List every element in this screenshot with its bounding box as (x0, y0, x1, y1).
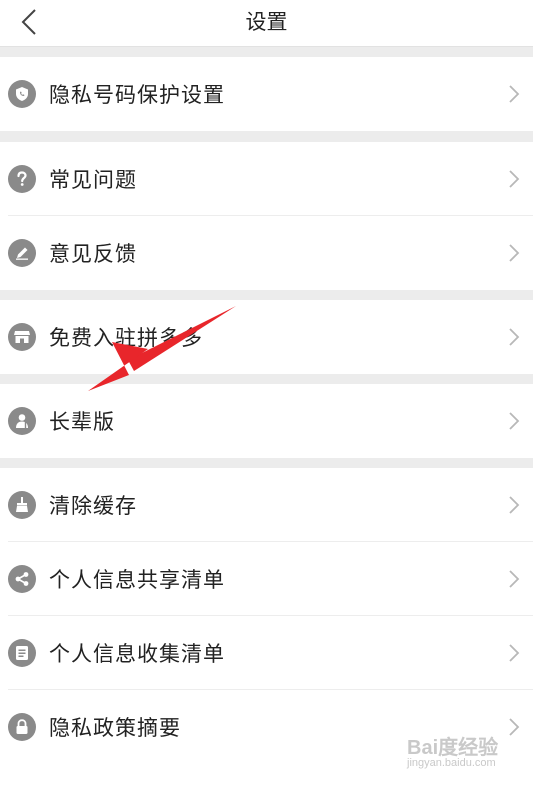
settings-item-join-pinduoduo[interactable]: 免费入驻拼多多 (0, 300, 533, 374)
chevron-right-icon (509, 328, 520, 346)
settings-item-label: 个人信息收集清单 (49, 642, 225, 666)
settings-item-label: 免费入驻拼多多 (49, 326, 203, 350)
store-icon (8, 323, 36, 351)
settings-item-label: 常见问题 (49, 168, 137, 192)
chevron-right-icon (509, 412, 520, 430)
settings-item-label: 意见反馈 (49, 242, 137, 266)
settings-group-help: 常见问题 意见反馈 (0, 142, 533, 290)
settings-item-feedback[interactable]: 意见反馈 (0, 216, 533, 290)
chevron-right-icon (509, 244, 520, 262)
shield-phone-icon (8, 80, 36, 108)
chevron-right-icon (509, 170, 520, 188)
chevron-right-icon (509, 644, 520, 662)
watermark-brand: Bai度经验 (407, 737, 499, 759)
settings-item-faq[interactable]: 常见问题 (0, 142, 533, 216)
settings-group-merchant: 免费入驻拼多多 (0, 300, 533, 374)
settings-item-label: 隐私号码保护设置 (49, 83, 225, 107)
page-title: 设置 (245, 10, 288, 34)
list-icon (8, 639, 36, 667)
chevron-right-icon (509, 570, 520, 588)
settings-item-privacy-number[interactable]: 隐私号码保护设置 (0, 57, 533, 131)
settings-item-label: 长辈版 (49, 410, 115, 434)
watermark: Bai度经验 jingyan.baidu.com (407, 731, 519, 775)
elder-icon (8, 407, 36, 435)
settings-item-clear-cache[interactable]: 清除缓存 (0, 468, 533, 542)
top-bar: 设置 (0, 0, 533, 47)
pencil-icon (8, 239, 36, 267)
broom-icon (8, 491, 36, 519)
settings-item-info-collection-list[interactable]: 个人信息收集清单 (0, 616, 533, 690)
settings-item-info-sharing-list[interactable]: 个人信息共享清单 (0, 542, 533, 616)
settings-group-privacy: 隐私号码保护设置 (0, 57, 533, 131)
settings-item-label: 清除缓存 (49, 494, 137, 518)
settings-item-label: 个人信息共享清单 (49, 568, 225, 592)
lock-icon (8, 713, 36, 741)
share-icon (8, 565, 36, 593)
chevron-right-icon (509, 496, 520, 514)
watermark-url: jingyan.baidu.com (407, 757, 496, 769)
question-icon (8, 165, 36, 193)
chevron-right-icon (509, 85, 520, 103)
settings-group-elder: 长辈版 (0, 384, 533, 458)
settings-item-elder-mode[interactable]: 长辈版 (0, 384, 533, 458)
